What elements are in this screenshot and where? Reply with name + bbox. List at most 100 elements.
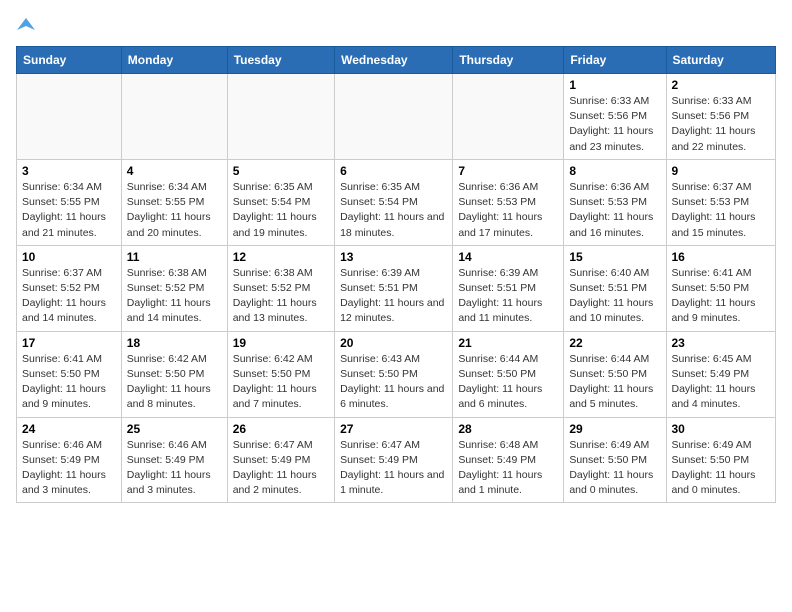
logo <box>16 16 35 34</box>
day-header-monday: Monday <box>121 47 227 74</box>
calendar-cell: 14 Sunrise: 6:39 AM Sunset: 5:51 PM Dayli… <box>453 245 564 331</box>
day-info: Sunrise: 6:42 AM Sunset: 5:50 PM Dayligh… <box>127 352 222 413</box>
day-number: 21 <box>458 336 558 350</box>
day-number: 3 <box>22 164 116 178</box>
calendar-cell: 5 Sunrise: 6:35 AM Sunset: 5:54 PM Daylig… <box>227 159 334 245</box>
calendar-week-3: 10 Sunrise: 6:37 AM Sunset: 5:52 PM Dayli… <box>17 245 776 331</box>
day-info: Sunrise: 6:38 AM Sunset: 5:52 PM Dayligh… <box>127 266 222 327</box>
calendar-cell: 18Sunrise: 6:42 AM Sunset: 5:50 PM Dayli… <box>121 331 227 417</box>
calendar-cell: 30 Sunrise: 6:49 AM Sunset: 5:50 PM Dayli… <box>666 417 776 503</box>
day-header-tuesday: Tuesday <box>227 47 334 74</box>
calendar-cell: 3 Sunrise: 6:34 AM Sunset: 5:55 PM Daylig… <box>17 159 122 245</box>
day-number: 23 <box>672 336 771 350</box>
calendar-cell: 12 Sunrise: 6:38 AM Sunset: 5:52 PM Dayli… <box>227 245 334 331</box>
day-number: 14 <box>458 250 558 264</box>
day-number: 24 <box>22 422 116 436</box>
day-header-saturday: Saturday <box>666 47 776 74</box>
day-number: 22 <box>569 336 660 350</box>
calendar-cell <box>121 74 227 160</box>
day-info: Sunrise: 6:46 AM Sunset: 5:49 PM Dayligh… <box>22 438 116 499</box>
day-header-wednesday: Wednesday <box>335 47 453 74</box>
day-info: Sunrise: 6:36 AM Sunset: 5:53 PM Dayligh… <box>569 180 660 241</box>
calendar-cell: 29Sunrise: 6:49 AM Sunset: 5:50 PM Dayli… <box>564 417 666 503</box>
day-info: Sunrise: 6:33 AM Sunset: 5:56 PM Dayligh… <box>569 94 660 155</box>
calendar-cell: 8 Sunrise: 6:36 AM Sunset: 5:53 PM Daylig… <box>564 159 666 245</box>
day-info: Sunrise: 6:48 AM Sunset: 5:49 PM Dayligh… <box>458 438 558 499</box>
day-number: 5 <box>233 164 329 178</box>
day-info: Sunrise: 6:44 AM Sunset: 5:50 PM Dayligh… <box>569 352 660 413</box>
calendar-cell: 15 Sunrise: 6:40 AM Sunset: 5:51 PM Dayli… <box>564 245 666 331</box>
page-header <box>16 16 776 34</box>
day-number: 29 <box>569 422 660 436</box>
day-number: 1 <box>569 78 660 92</box>
calendar-cell <box>17 74 122 160</box>
day-info: Sunrise: 6:34 AM Sunset: 5:55 PM Dayligh… <box>127 180 222 241</box>
day-info: Sunrise: 6:41 AM Sunset: 5:50 PM Dayligh… <box>672 266 771 327</box>
day-number: 7 <box>458 164 558 178</box>
calendar-week-5: 24 Sunrise: 6:46 AM Sunset: 5:49 PM Dayli… <box>17 417 776 503</box>
day-info: Sunrise: 6:35 AM Sunset: 5:54 PM Dayligh… <box>340 180 447 241</box>
day-header-thursday: Thursday <box>453 47 564 74</box>
calendar-cell: 23 Sunrise: 6:45 AM Sunset: 5:49 PM Dayli… <box>666 331 776 417</box>
day-info: Sunrise: 6:37 AM Sunset: 5:52 PM Dayligh… <box>22 266 116 327</box>
calendar-cell: 27 Sunrise: 6:47 AM Sunset: 5:49 PM Dayli… <box>335 417 453 503</box>
calendar-cell: 21Sunrise: 6:44 AM Sunset: 5:50 PM Dayli… <box>453 331 564 417</box>
day-number: 15 <box>569 250 660 264</box>
day-number: 17 <box>22 336 116 350</box>
day-number: 8 <box>569 164 660 178</box>
calendar-cell: 24 Sunrise: 6:46 AM Sunset: 5:49 PM Dayli… <box>17 417 122 503</box>
calendar-week-4: 17Sunrise: 6:41 AM Sunset: 5:50 PM Dayli… <box>17 331 776 417</box>
day-number: 30 <box>672 422 771 436</box>
day-number: 12 <box>233 250 329 264</box>
day-info: Sunrise: 6:36 AM Sunset: 5:53 PM Dayligh… <box>458 180 558 241</box>
calendar-cell: 6 Sunrise: 6:35 AM Sunset: 5:54 PM Daylig… <box>335 159 453 245</box>
calendar-cell <box>453 74 564 160</box>
day-number: 26 <box>233 422 329 436</box>
day-header-sunday: Sunday <box>17 47 122 74</box>
calendar-cell: 7 Sunrise: 6:36 AM Sunset: 5:53 PM Daylig… <box>453 159 564 245</box>
calendar-cell: 28Sunrise: 6:48 AM Sunset: 5:49 PM Dayli… <box>453 417 564 503</box>
calendar-cell: 11 Sunrise: 6:38 AM Sunset: 5:52 PM Dayli… <box>121 245 227 331</box>
calendar-cell <box>227 74 334 160</box>
day-number: 27 <box>340 422 447 436</box>
calendar-cell: 13 Sunrise: 6:39 AM Sunset: 5:51 PM Dayli… <box>335 245 453 331</box>
calendar-week-2: 3 Sunrise: 6:34 AM Sunset: 5:55 PM Daylig… <box>17 159 776 245</box>
day-number: 19 <box>233 336 329 350</box>
calendar-cell: 20Sunrise: 6:43 AM Sunset: 5:50 PM Dayli… <box>335 331 453 417</box>
day-number: 2 <box>672 78 771 92</box>
day-number: 25 <box>127 422 222 436</box>
calendar-cell: 16 Sunrise: 6:41 AM Sunset: 5:50 PM Dayli… <box>666 245 776 331</box>
calendar-cell: 19Sunrise: 6:42 AM Sunset: 5:50 PM Dayli… <box>227 331 334 417</box>
day-info: Sunrise: 6:35 AM Sunset: 5:54 PM Dayligh… <box>233 180 329 241</box>
day-number: 13 <box>340 250 447 264</box>
calendar-cell: 17Sunrise: 6:41 AM Sunset: 5:50 PM Dayli… <box>17 331 122 417</box>
day-number: 20 <box>340 336 447 350</box>
day-info: Sunrise: 6:47 AM Sunset: 5:49 PM Dayligh… <box>340 438 447 499</box>
day-info: Sunrise: 6:40 AM Sunset: 5:51 PM Dayligh… <box>569 266 660 327</box>
day-info: Sunrise: 6:37 AM Sunset: 5:53 PM Dayligh… <box>672 180 771 241</box>
day-info: Sunrise: 6:38 AM Sunset: 5:52 PM Dayligh… <box>233 266 329 327</box>
day-info: Sunrise: 6:39 AM Sunset: 5:51 PM Dayligh… <box>458 266 558 327</box>
calendar-cell <box>335 74 453 160</box>
day-number: 16 <box>672 250 771 264</box>
day-info: Sunrise: 6:39 AM Sunset: 5:51 PM Dayligh… <box>340 266 447 327</box>
calendar-cell: 1 Sunrise: 6:33 AM Sunset: 5:56 PM Daylig… <box>564 74 666 160</box>
day-info: Sunrise: 6:47 AM Sunset: 5:49 PM Dayligh… <box>233 438 329 499</box>
day-info: Sunrise: 6:34 AM Sunset: 5:55 PM Dayligh… <box>22 180 116 241</box>
calendar-header-row: SundayMondayTuesdayWednesdayThursdayFrid… <box>17 47 776 74</box>
day-number: 6 <box>340 164 447 178</box>
day-number: 11 <box>127 250 222 264</box>
calendar-cell: 9 Sunrise: 6:37 AM Sunset: 5:53 PM Daylig… <box>666 159 776 245</box>
day-info: Sunrise: 6:49 AM Sunset: 5:50 PM Dayligh… <box>672 438 771 499</box>
day-number: 4 <box>127 164 222 178</box>
day-header-friday: Friday <box>564 47 666 74</box>
calendar-cell: 10 Sunrise: 6:37 AM Sunset: 5:52 PM Dayli… <box>17 245 122 331</box>
calendar-table: SundayMondayTuesdayWednesdayThursdayFrid… <box>16 46 776 503</box>
calendar-cell: 22 Sunrise: 6:44 AM Sunset: 5:50 PM Dayli… <box>564 331 666 417</box>
calendar-week-1: 1 Sunrise: 6:33 AM Sunset: 5:56 PM Daylig… <box>17 74 776 160</box>
day-number: 10 <box>22 250 116 264</box>
day-info: Sunrise: 6:45 AM Sunset: 5:49 PM Dayligh… <box>672 352 771 413</box>
calendar-cell: 2Sunrise: 6:33 AM Sunset: 5:56 PM Daylig… <box>666 74 776 160</box>
logo-bird-icon <box>17 16 35 34</box>
day-number: 9 <box>672 164 771 178</box>
